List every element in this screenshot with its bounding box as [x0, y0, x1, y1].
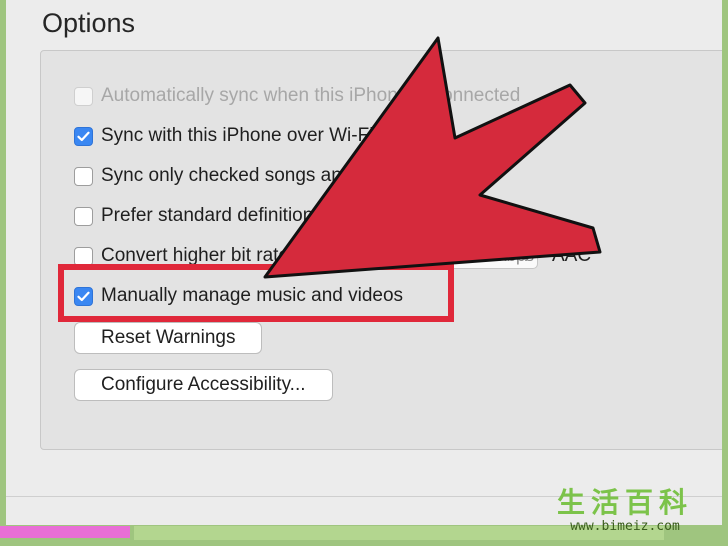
checkmark-icon [77, 131, 90, 141]
convert-bitrate-checkbox[interactable] [74, 246, 93, 266]
wifi-sync-label: Sync with this iPhone over Wi-Fi [101, 125, 374, 146]
chevron-updown-icon: ⌄ [520, 250, 531, 264]
checked-songs-option[interactable]: Sync only checked songs and videos [74, 163, 413, 189]
standard-definition-checkbox[interactable] [74, 206, 93, 226]
watermark-url: www.bimeiz.com [570, 519, 680, 534]
watermark: 生活百科 www.bimeiz.com [528, 486, 722, 538]
reset-warnings-button[interactable]: Reset Warnings [74, 322, 263, 354]
storage-bar-segment-pink [0, 526, 130, 538]
bitrate-format-label: AAC [552, 245, 592, 266]
auto-sync-label: Automatically sync when this iPhone is c… [101, 85, 521, 106]
configure-accessibility-button[interactable]: Configure Accessibility... [74, 369, 333, 401]
highlight-box [58, 264, 454, 322]
wifi-sync-checkbox[interactable] [74, 126, 93, 146]
auto-sync-checkbox[interactable] [74, 86, 93, 106]
standard-definition-label: Prefer standard definition videos [101, 205, 374, 226]
checked-songs-checkbox[interactable] [74, 166, 93, 186]
checked-songs-label: Sync only checked songs and videos [101, 165, 413, 186]
wifi-sync-option[interactable]: Sync with this iPhone over Wi-Fi [74, 123, 373, 149]
watermark-glyphs: 生活百科 [556, 487, 693, 518]
standard-definition-option[interactable]: Prefer standard definition videos [74, 203, 374, 229]
options-heading: Options [42, 8, 136, 38]
auto-sync-option[interactable]: Automatically sync when this iPhone is c… [74, 83, 520, 109]
